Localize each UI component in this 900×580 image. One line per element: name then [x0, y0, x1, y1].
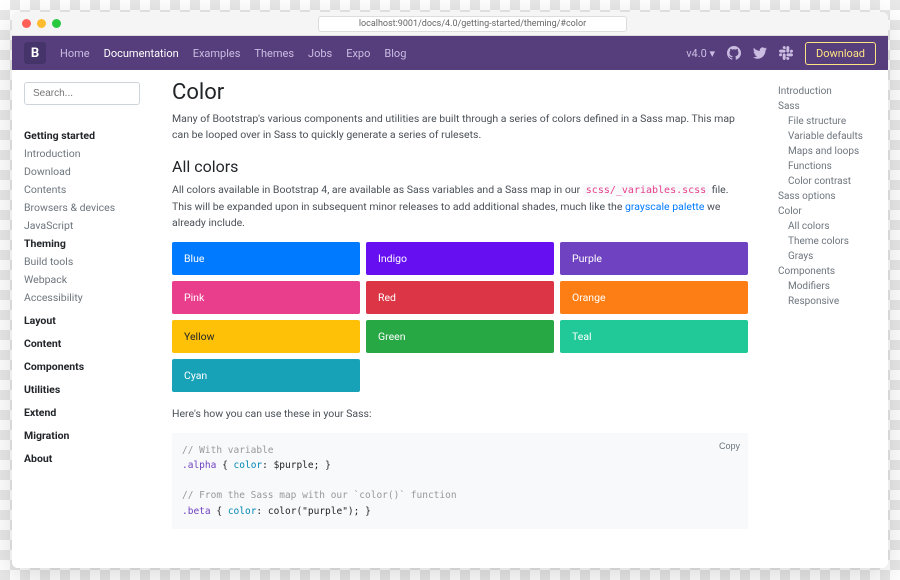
toc-item[interactable]: Sass options [778, 191, 878, 202]
sidebar-item[interactable]: Build tools [24, 255, 140, 268]
variables-path: scss/_variables.scss [583, 184, 709, 197]
swatch-blue[interactable]: Blue [172, 242, 360, 275]
sidebar-item[interactable]: Contents [24, 183, 140, 196]
sidebar-section[interactable]: About [24, 452, 140, 465]
swatch-indigo[interactable]: Indigo [366, 242, 554, 275]
swatch-pink[interactable]: Pink [172, 281, 360, 314]
nav-blog[interactable]: Blog [384, 47, 406, 60]
brand-logo[interactable]: B [24, 42, 46, 64]
code-example: Copy // With variable .alpha { color: $p… [172, 433, 748, 529]
search-input[interactable] [24, 82, 140, 105]
swatch-teal[interactable]: Teal [560, 320, 748, 353]
nav-jobs[interactable]: Jobs [308, 47, 332, 60]
nav-themes[interactable]: Themes [254, 47, 294, 60]
twitter-icon[interactable] [753, 46, 767, 60]
section-all-colors: All colors [172, 157, 748, 176]
browser-titlebar: localhost:9001/docs/4.0/getting-started/… [12, 12, 888, 36]
version-dropdown[interactable]: v4.0 ▾ [686, 47, 715, 60]
swatch-yellow[interactable]: Yellow [172, 320, 360, 353]
nav-expo[interactable]: Expo [346, 47, 370, 60]
toc-item[interactable]: Sass [778, 101, 878, 112]
sidebar-section[interactable]: Content [24, 337, 140, 350]
sidebar-item[interactable]: JavaScript [24, 219, 140, 232]
swatch-cyan[interactable]: Cyan [172, 359, 360, 392]
main-navbar: B Home Documentation Examples Themes Jobs Exp… [12, 36, 888, 70]
nav-documentation[interactable]: Documentation [104, 47, 179, 60]
maximize-dot[interactable] [52, 19, 61, 28]
sidebar-section[interactable]: Extend [24, 406, 140, 419]
right-sidebar: Introduction Sass File structure Variable d… [768, 70, 888, 568]
page-title: Color [172, 80, 748, 105]
sidebar-item[interactable]: Introduction [24, 147, 140, 160]
left-sidebar: Getting started Introduction Download Conte… [12, 70, 152, 568]
sidebar-section[interactable]: Components [24, 360, 140, 373]
slack-icon[interactable] [779, 46, 793, 60]
swatch-green[interactable]: Green [366, 320, 554, 353]
sidebar-item[interactable]: Accessibility [24, 291, 140, 304]
toc-item[interactable]: Color contrast [778, 176, 878, 187]
toc-item[interactable]: Components [778, 266, 878, 277]
toc-item[interactable]: Modifiers [778, 281, 878, 292]
toc-item[interactable]: Introduction [778, 86, 878, 97]
toc-item[interactable]: File structure [778, 116, 878, 127]
lead-text: Many of Bootstrap's various components a… [172, 111, 748, 143]
copy-button[interactable]: Copy [719, 439, 740, 453]
toc-item[interactable]: Functions [778, 161, 878, 172]
swatch-red[interactable]: Red [366, 281, 554, 314]
close-dot[interactable] [22, 19, 31, 28]
nav-examples[interactable]: Examples [193, 47, 241, 60]
toc-item[interactable]: Responsive [778, 296, 878, 307]
sidebar-item[interactable]: Browsers & devices [24, 201, 140, 214]
sidebar-section[interactable]: Migration [24, 429, 140, 442]
swatch-orange[interactable]: Orange [560, 281, 748, 314]
sidebar-item[interactable]: Theming [24, 237, 140, 250]
github-icon[interactable] [727, 46, 741, 60]
nav-home[interactable]: Home [60, 47, 90, 60]
usage-text: Here's how you can use these in your Sas… [172, 406, 748, 423]
toc-item[interactable]: Theme colors [778, 236, 878, 247]
toc-item[interactable]: Color [778, 206, 878, 217]
swatch-purple[interactable]: Purple [560, 242, 748, 275]
toc-item[interactable]: Variable defaults [778, 131, 878, 142]
sidebar-item[interactable]: Download [24, 165, 140, 178]
sidebar-item[interactable]: Webpack [24, 273, 140, 286]
main-content: Color Many of Bootstrap's various compon… [152, 70, 768, 568]
color-swatches: BlueIndigoPurple PinkRedOrange YellowGreen… [172, 242, 748, 392]
download-button[interactable]: Download [805, 42, 876, 65]
toc-item[interactable]: Grays [778, 251, 878, 262]
sidebar-section[interactable]: Utilities [24, 383, 140, 396]
intro-paragraph: All colors available in Bootstrap 4, are… [172, 182, 748, 233]
address-bar[interactable]: localhost:9001/docs/4.0/getting-started/… [318, 16, 627, 32]
grayscale-link[interactable]: grayscale palette [625, 200, 704, 213]
toc-item[interactable]: All colors [778, 221, 878, 232]
sidebar-section[interactable]: Layout [24, 314, 140, 327]
minimize-dot[interactable] [37, 19, 46, 28]
toc-item[interactable]: Maps and loops [778, 146, 878, 157]
sidebar-section[interactable]: Getting started [24, 129, 140, 142]
